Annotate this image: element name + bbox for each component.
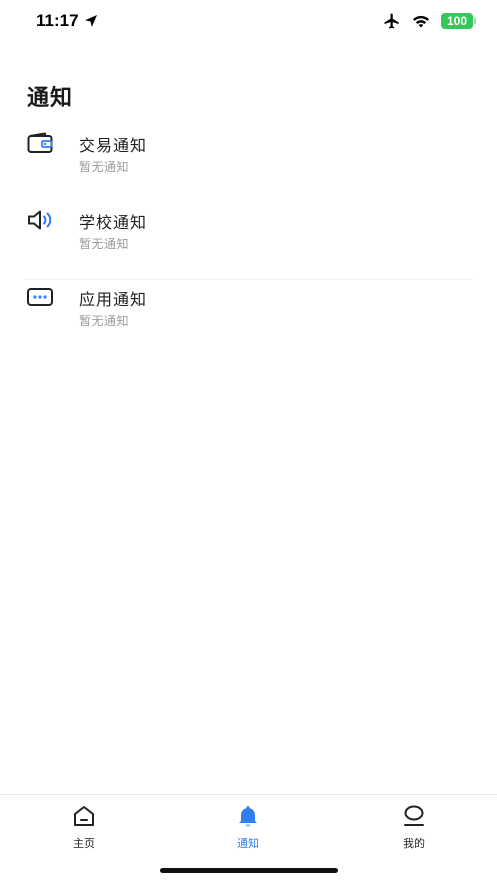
tab-home[interactable]: 主页 [44,803,124,851]
notification-item-app[interactable]: 应用通知 暂无通知 [24,280,473,357]
airplane-mode-icon [384,13,399,29]
status-icons: 100 [383,12,476,30]
speaker-icon [28,210,52,230]
status-time-group: 11:17 [36,11,98,31]
notification-subtitle: 暂无通知 [79,237,130,251]
battery-level: 100 [446,14,468,28]
page-title: 通知 [27,86,74,111]
notification-item-trade[interactable]: 交易通知 暂无通知 [24,126,473,203]
message-dots-icon [27,288,53,306]
status-time: 11:17 [36,11,79,30]
tab-label: 通知 [237,837,259,850]
battery-indicator: 100 [441,13,476,29]
notification-subtitle: 暂无通知 [79,314,130,328]
tab-notifications[interactable]: 通知 [208,803,288,851]
profile-icon [404,805,424,826]
notification-subtitle: 暂无通知 [79,160,130,174]
notification-title: 学校通知 [79,213,148,232]
tab-label: 我的 [403,837,425,850]
notification-title: 交易通知 [79,136,148,155]
bell-icon [239,806,257,827]
notification-list: 交易通知 暂无通知 学校通知 暂无通知 应用通知 暂无通知 [24,126,473,357]
tab-label: 主页 [73,837,95,850]
wifi-icon [413,15,429,28]
wallet-icon [27,132,53,153]
home-indicator [160,868,338,873]
tab-mine[interactable]: 我的 [374,803,454,851]
location-arrow-icon [84,15,97,27]
notifications-screen: 11:17 100 通知 交易通知 暂无通知 学校通知 暂无通知 应用通知 暂无… [0,0,497,883]
notification-title: 应用通知 [79,290,148,309]
status-bar: 11:17 100 [0,0,497,44]
notification-item-school[interactable]: 学校通知 暂无通知 [24,203,473,280]
home-icon [74,806,94,826]
